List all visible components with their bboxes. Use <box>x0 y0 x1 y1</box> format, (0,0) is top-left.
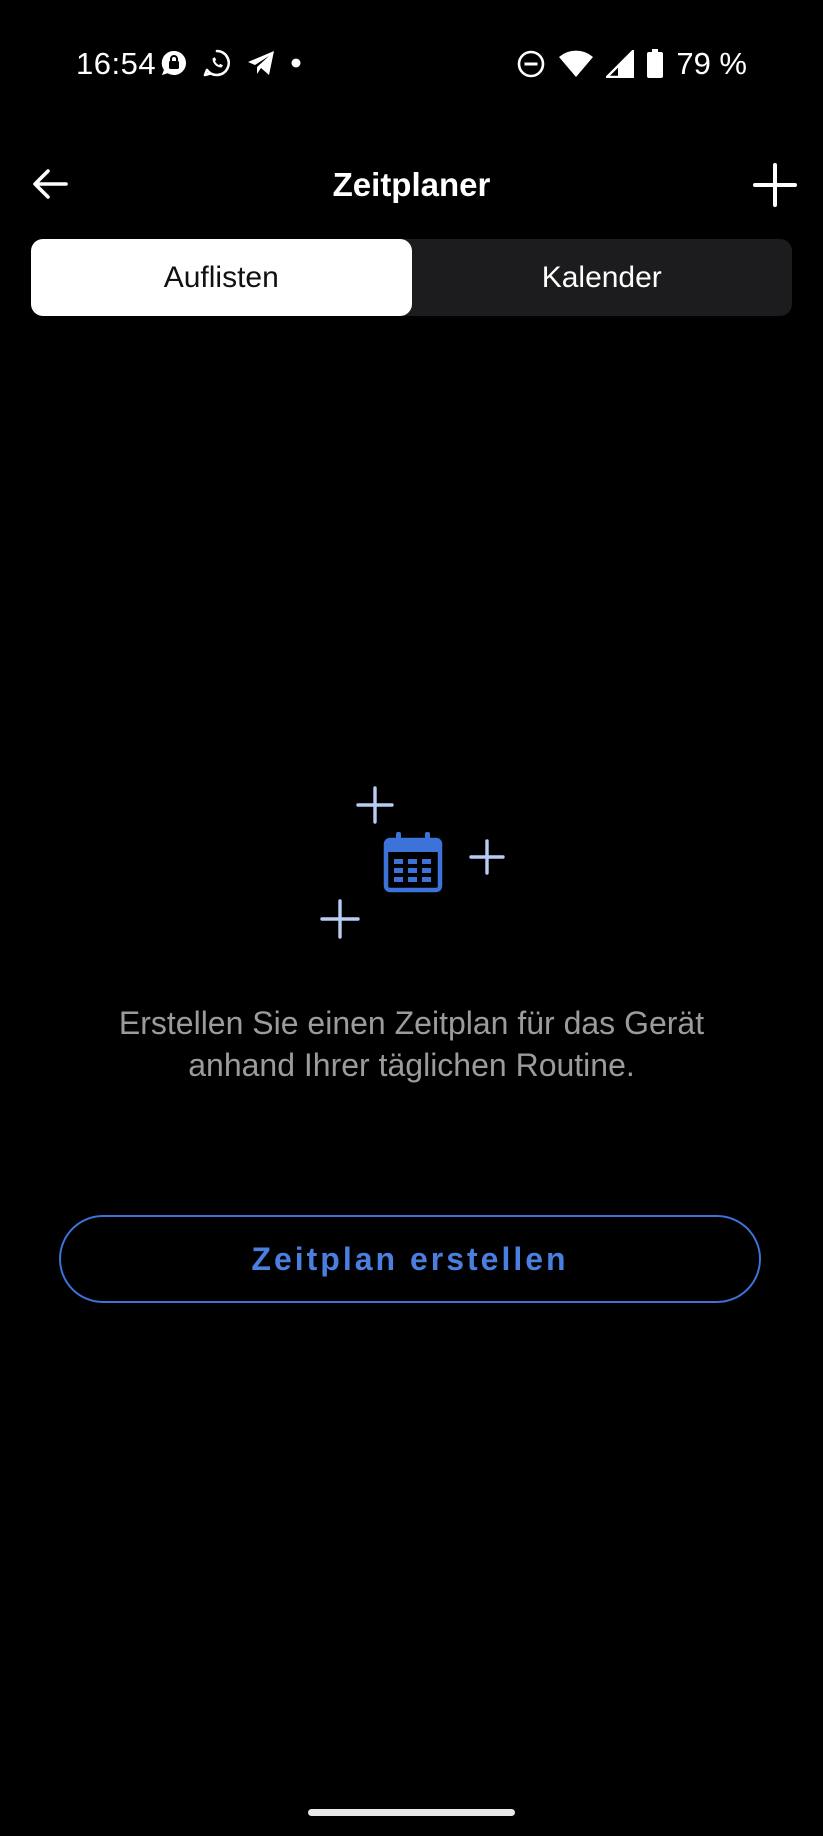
tab-calendar[interactable]: Kalender <box>412 239 793 316</box>
do-not-disturb-icon <box>516 49 546 79</box>
status-system-icons: 79 % <box>516 46 747 82</box>
wifi-icon <box>558 50 594 78</box>
cell-signal-icon <box>606 50 635 78</box>
app-bar: Zeitplaner <box>0 150 823 220</box>
tab-list[interactable]: Auflisten <box>31 239 412 316</box>
plus-icon <box>752 162 798 208</box>
create-schedule-button[interactable]: Zeitplan erstellen <box>59 1215 761 1303</box>
status-bar: 16:54 79 % <box>0 0 823 130</box>
battery-icon <box>646 49 664 79</box>
notification-dot-icon <box>290 57 302 69</box>
status-time: 16:54 <box>76 46 157 81</box>
empty-state-message: Erstellen Sie einen Zeitplan für das Ger… <box>60 1002 763 1086</box>
sparkle-plus-icon <box>355 785 395 825</box>
view-tabs: Auflisten Kalender <box>31 239 792 316</box>
gesture-nav-handle[interactable] <box>308 1809 515 1816</box>
battery-percentage: 79 % <box>676 46 747 81</box>
page-title: Zeitplaner <box>332 166 491 203</box>
telegram-icon <box>246 49 276 77</box>
whatsapp-icon <box>202 48 232 78</box>
sparkle-plus-icon <box>319 898 361 940</box>
calendar-icon <box>382 830 444 894</box>
status-notification-icons <box>160 48 302 78</box>
signal-message-icon <box>160 49 188 77</box>
empty-state-illustration <box>310 780 520 945</box>
empty-state-message-line1: Erstellen Sie einen Zeitplan für das Ger… <box>118 1005 705 1041</box>
empty-state-message-line2: anhand Ihrer täglichen Routine. <box>188 1047 635 1083</box>
sparkle-plus-icon <box>468 838 506 876</box>
add-schedule-button[interactable] <box>752 162 798 208</box>
